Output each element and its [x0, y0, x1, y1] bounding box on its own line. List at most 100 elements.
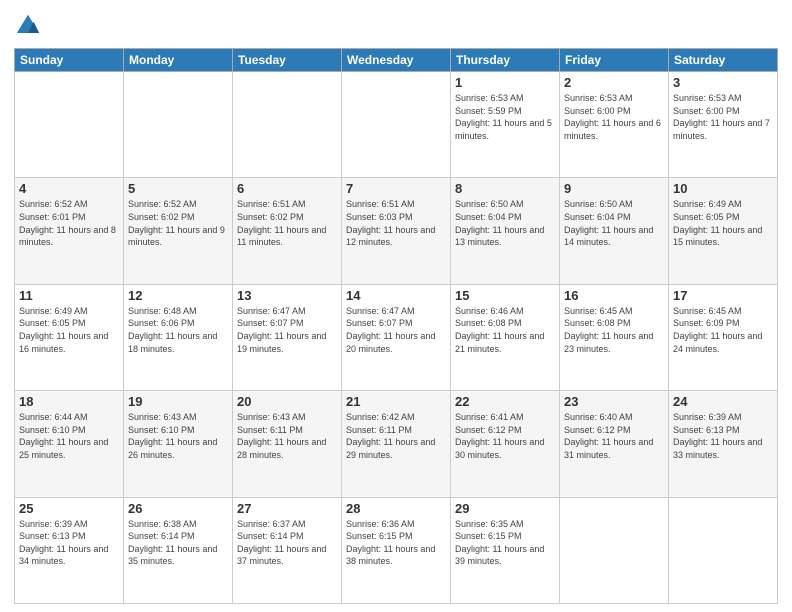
day-number: 19 [128, 394, 228, 409]
calendar-cell [560, 497, 669, 603]
day-number: 3 [673, 75, 773, 90]
day-info: Sunrise: 6:47 AMSunset: 6:07 PMDaylight:… [237, 305, 337, 355]
calendar-cell [124, 72, 233, 178]
day-number: 29 [455, 501, 555, 516]
day-number: 7 [346, 181, 446, 196]
calendar-cell [233, 72, 342, 178]
calendar-cell: 18 Sunrise: 6:44 AMSunset: 6:10 PMDayligh… [15, 391, 124, 497]
day-info: Sunrise: 6:36 AMSunset: 6:15 PMDaylight:… [346, 518, 446, 568]
day-info: Sunrise: 6:49 AMSunset: 6:05 PMDaylight:… [19, 305, 119, 355]
calendar-cell: 22 Sunrise: 6:41 AMSunset: 6:12 PMDayligh… [451, 391, 560, 497]
day-number: 13 [237, 288, 337, 303]
calendar-cell: 24 Sunrise: 6:39 AMSunset: 6:13 PMDayligh… [669, 391, 778, 497]
calendar-cell: 7 Sunrise: 6:51 AMSunset: 6:03 PMDaylight… [342, 178, 451, 284]
calendar-cell [342, 72, 451, 178]
calendar-cell [15, 72, 124, 178]
day-info: Sunrise: 6:39 AMSunset: 6:13 PMDaylight:… [19, 518, 119, 568]
day-info: Sunrise: 6:52 AMSunset: 6:01 PMDaylight:… [19, 198, 119, 248]
day-info: Sunrise: 6:52 AMSunset: 6:02 PMDaylight:… [128, 198, 228, 248]
day-info: Sunrise: 6:50 AMSunset: 6:04 PMDaylight:… [455, 198, 555, 248]
calendar-cell: 13 Sunrise: 6:47 AMSunset: 6:07 PMDayligh… [233, 284, 342, 390]
day-info: Sunrise: 6:49 AMSunset: 6:05 PMDaylight:… [673, 198, 773, 248]
logo [14, 12, 46, 40]
calendar-cell [669, 497, 778, 603]
calendar-week-3: 11 Sunrise: 6:49 AMSunset: 6:05 PMDayligh… [15, 284, 778, 390]
calendar-cell: 4 Sunrise: 6:52 AMSunset: 6:01 PMDaylight… [15, 178, 124, 284]
day-number: 1 [455, 75, 555, 90]
calendar-header-sunday: Sunday [15, 49, 124, 72]
day-info: Sunrise: 6:38 AMSunset: 6:14 PMDaylight:… [128, 518, 228, 568]
day-info: Sunrise: 6:42 AMSunset: 6:11 PMDaylight:… [346, 411, 446, 461]
day-number: 10 [673, 181, 773, 196]
calendar-cell: 16Sunrise: 6:45 AMSunset: 6:08 PMDayligh… [560, 284, 669, 390]
day-number: 8 [455, 181, 555, 196]
calendar-body: 1 Sunrise: 6:53 AMSunset: 5:59 PMDaylight… [15, 72, 778, 604]
calendar-cell: 9Sunrise: 6:50 AMSunset: 6:04 PMDaylight… [560, 178, 669, 284]
calendar-header-thursday: Thursday [451, 49, 560, 72]
day-info: Sunrise: 6:39 AMSunset: 6:13 PMDaylight:… [673, 411, 773, 461]
calendar-cell: 23 Sunrise: 6:40 AMSunset: 6:12 PMDayligh… [560, 391, 669, 497]
day-info: Sunrise: 6:43 AMSunset: 6:10 PMDaylight:… [128, 411, 228, 461]
calendar-cell: 21 Sunrise: 6:42 AMSunset: 6:11 PMDayligh… [342, 391, 451, 497]
day-info: Sunrise: 6:35 AMSunset: 6:15 PMDaylight:… [455, 518, 555, 568]
calendar-week-4: 18 Sunrise: 6:44 AMSunset: 6:10 PMDayligh… [15, 391, 778, 497]
calendar-header-friday: Friday [560, 49, 669, 72]
day-number: 23 [564, 394, 664, 409]
day-info: Sunrise: 6:41 AMSunset: 6:12 PMDaylight:… [455, 411, 555, 461]
calendar-cell: 2 Sunrise: 6:53 AMSunset: 6:00 PMDaylight… [560, 72, 669, 178]
day-info: Sunrise: 6:48 AMSunset: 6:06 PMDaylight:… [128, 305, 228, 355]
day-number: 25 [19, 501, 119, 516]
calendar-week-1: 1 Sunrise: 6:53 AMSunset: 5:59 PMDaylight… [15, 72, 778, 178]
day-info: Sunrise: 6:43 AMSunset: 6:11 PMDaylight:… [237, 411, 337, 461]
day-number: 21 [346, 394, 446, 409]
calendar-cell: 17 Sunrise: 6:45 AMSunset: 6:09 PMDayligh… [669, 284, 778, 390]
calendar-header-saturday: Saturday [669, 49, 778, 72]
calendar-cell: 5 Sunrise: 6:52 AMSunset: 6:02 PMDaylight… [124, 178, 233, 284]
calendar-cell: 1 Sunrise: 6:53 AMSunset: 5:59 PMDaylight… [451, 72, 560, 178]
day-info: Sunrise: 6:51 AMSunset: 6:03 PMDaylight:… [346, 198, 446, 248]
day-number: 27 [237, 501, 337, 516]
calendar-cell: 29 Sunrise: 6:35 AMSunset: 6:15 PMDayligh… [451, 497, 560, 603]
calendar-cell: 26 Sunrise: 6:38 AMSunset: 6:14 PMDayligh… [124, 497, 233, 603]
calendar-cell: 20 Sunrise: 6:43 AMSunset: 6:11 PMDayligh… [233, 391, 342, 497]
day-number: 5 [128, 181, 228, 196]
calendar-header-monday: Monday [124, 49, 233, 72]
calendar-cell: 15 Sunrise: 6:46 AMSunset: 6:08 PMDayligh… [451, 284, 560, 390]
day-info: Sunrise: 6:47 AMSunset: 6:07 PMDaylight:… [346, 305, 446, 355]
day-info: Sunrise: 6:45 AMSunset: 6:09 PMDaylight:… [673, 305, 773, 355]
day-info: Sunrise: 6:37 AMSunset: 6:14 PMDaylight:… [237, 518, 337, 568]
day-number: 12 [128, 288, 228, 303]
calendar-cell: 28 Sunrise: 6:36 AMSunset: 6:15 PMDayligh… [342, 497, 451, 603]
day-info: Sunrise: 6:50 AMSunset: 6:04 PMDaylight:… [564, 198, 664, 248]
calendar-header-row: SundayMondayTuesdayWednesdayThursdayFrid… [15, 49, 778, 72]
day-number: 2 [564, 75, 664, 90]
page: SundayMondayTuesdayWednesdayThursdayFrid… [0, 0, 792, 612]
day-number: 20 [237, 394, 337, 409]
day-number: 4 [19, 181, 119, 196]
day-number: 28 [346, 501, 446, 516]
day-number: 14 [346, 288, 446, 303]
day-info: Sunrise: 6:53 AMSunset: 6:00 PMDaylight:… [564, 92, 664, 142]
calendar-header-tuesday: Tuesday [233, 49, 342, 72]
day-number: 24 [673, 394, 773, 409]
calendar-cell: 3 Sunrise: 6:53 AMSunset: 6:00 PMDaylight… [669, 72, 778, 178]
day-number: 11 [19, 288, 119, 303]
day-number: 18 [19, 394, 119, 409]
day-info: Sunrise: 6:46 AMSunset: 6:08 PMDaylight:… [455, 305, 555, 355]
calendar-cell: 27 Sunrise: 6:37 AMSunset: 6:14 PMDayligh… [233, 497, 342, 603]
logo-icon [14, 12, 42, 40]
calendar-cell: 14 Sunrise: 6:47 AMSunset: 6:07 PMDayligh… [342, 284, 451, 390]
day-info: Sunrise: 6:51 AMSunset: 6:02 PMDaylight:… [237, 198, 337, 248]
calendar-cell: 8 Sunrise: 6:50 AMSunset: 6:04 PMDaylight… [451, 178, 560, 284]
day-number: 26 [128, 501, 228, 516]
day-info: Sunrise: 6:53 AMSunset: 5:59 PMDaylight:… [455, 92, 555, 142]
day-info: Sunrise: 6:44 AMSunset: 6:10 PMDaylight:… [19, 411, 119, 461]
day-number: 17 [673, 288, 773, 303]
day-info: Sunrise: 6:40 AMSunset: 6:12 PMDaylight:… [564, 411, 664, 461]
day-number: 6 [237, 181, 337, 196]
calendar-cell: 6 Sunrise: 6:51 AMSunset: 6:02 PMDaylight… [233, 178, 342, 284]
day-number: 22 [455, 394, 555, 409]
day-info: Sunrise: 6:53 AMSunset: 6:00 PMDaylight:… [673, 92, 773, 142]
day-number: 15 [455, 288, 555, 303]
calendar: SundayMondayTuesdayWednesdayThursdayFrid… [14, 48, 778, 604]
